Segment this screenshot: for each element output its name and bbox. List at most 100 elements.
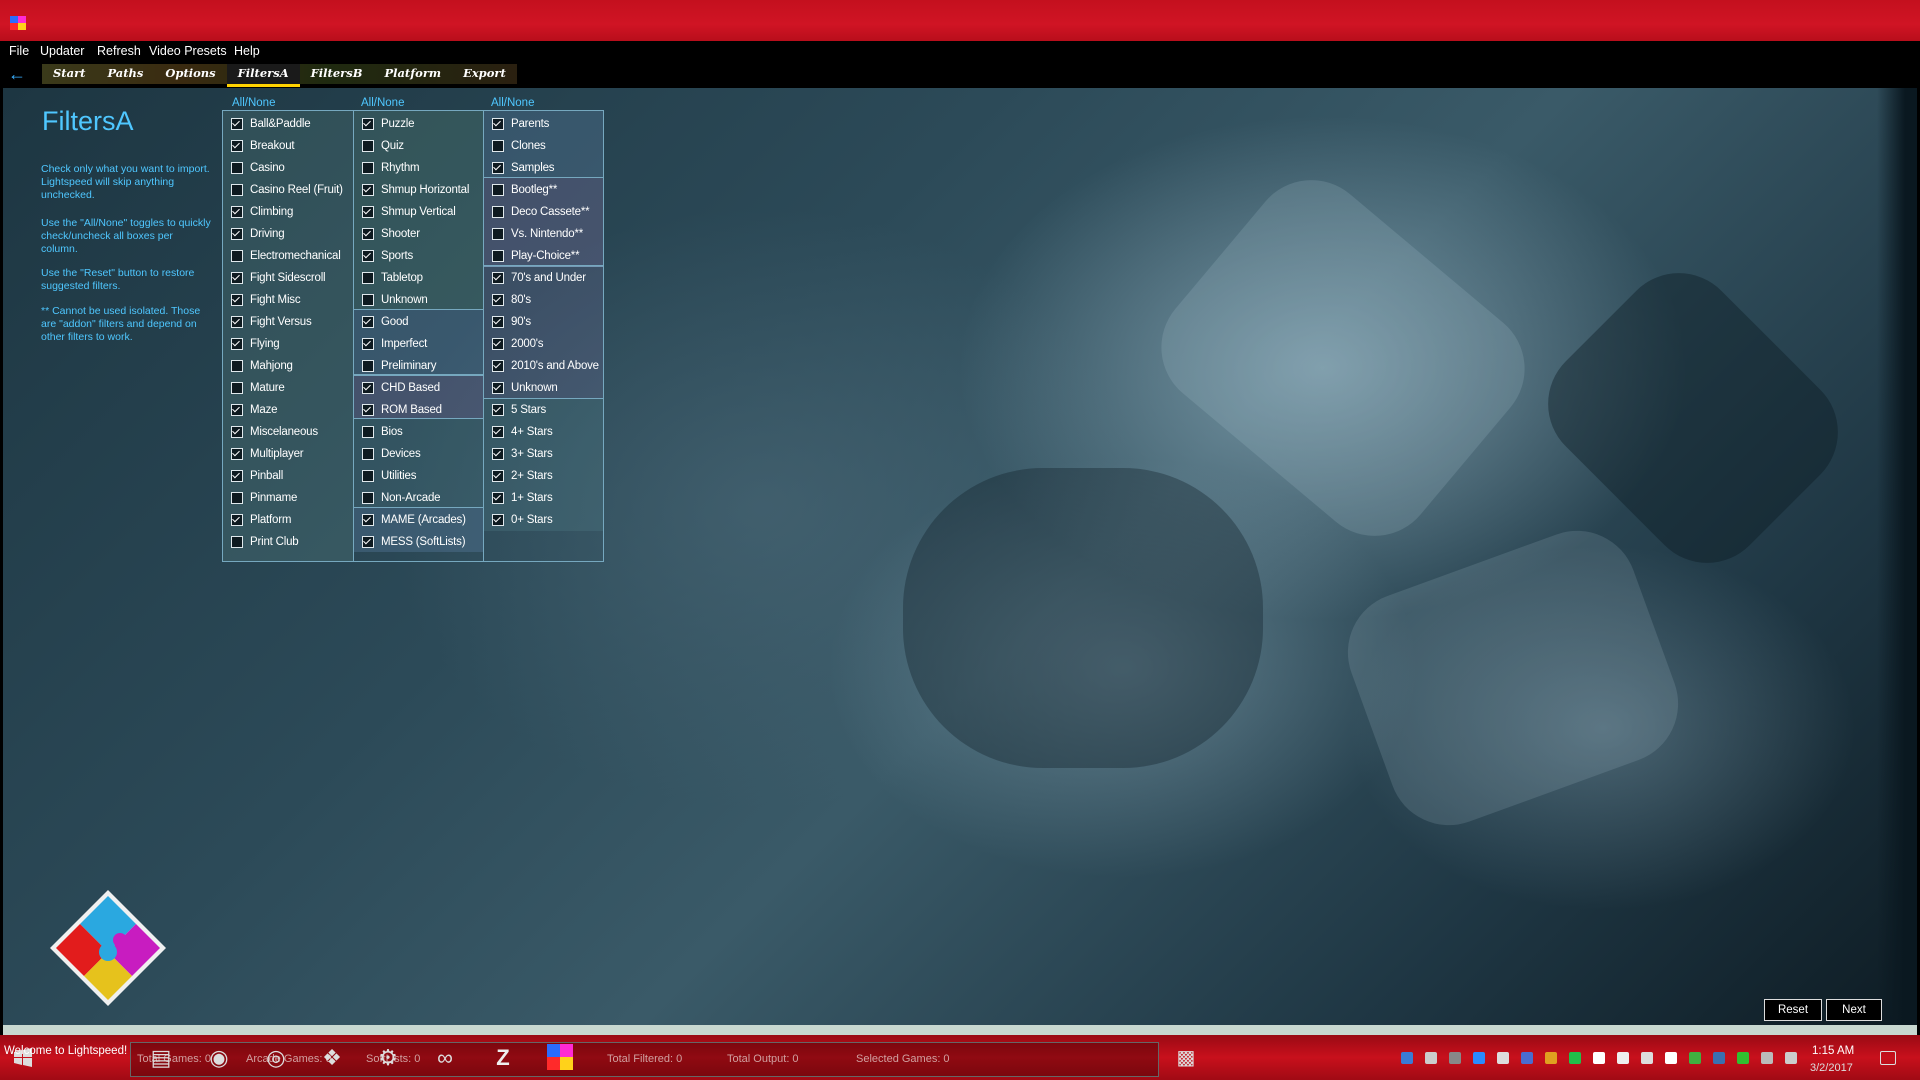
filter-row[interactable]: Shmup Horizontal: [354, 179, 483, 201]
filter-row[interactable]: Maze: [223, 399, 353, 421]
reset-button[interactable]: Reset: [1764, 999, 1822, 1021]
filter-checkbox[interactable]: [231, 316, 243, 328]
allnone-toggle-col3[interactable]: All/None: [491, 97, 534, 109]
filter-checkbox[interactable]: [231, 360, 243, 372]
tray-icon[interactable]: [1449, 1052, 1461, 1064]
filter-checkbox[interactable]: [492, 206, 504, 218]
filter-row[interactable]: Pinball: [223, 465, 353, 487]
filter-checkbox[interactable]: [492, 316, 504, 328]
filter-checkbox[interactable]: [492, 250, 504, 262]
filter-checkbox[interactable]: [231, 162, 243, 174]
filter-checkbox[interactable]: [231, 272, 243, 284]
network-icon[interactable]: [1761, 1052, 1773, 1064]
filter-checkbox[interactable]: [362, 536, 374, 548]
app-icon[interactable]: [10, 16, 26, 30]
tray-icon[interactable]: [1617, 1052, 1629, 1064]
filter-checkbox[interactable]: [231, 140, 243, 152]
filter-row[interactable]: Driving: [223, 223, 353, 245]
filter-checkbox[interactable]: [231, 448, 243, 460]
filter-checkbox[interactable]: [492, 382, 504, 394]
tray-icon[interactable]: [1425, 1052, 1437, 1064]
filter-checkbox[interactable]: [362, 404, 374, 416]
filter-row[interactable]: Electromechanical: [223, 245, 353, 267]
filter-row[interactable]: Climbing: [223, 201, 353, 223]
allnone-toggle-col1[interactable]: All/None: [232, 97, 275, 109]
filter-row[interactable]: Mature: [223, 377, 353, 399]
filter-row[interactable]: Bootleg**: [484, 179, 603, 201]
filter-row[interactable]: Shooter: [354, 223, 483, 245]
filter-row[interactable]: Quiz: [354, 135, 483, 157]
filter-checkbox[interactable]: [492, 294, 504, 306]
filter-checkbox[interactable]: [492, 470, 504, 482]
menu-updater[interactable]: Updater: [40, 44, 84, 58]
filter-checkbox[interactable]: [362, 426, 374, 438]
filezilla-icon[interactable]: Z: [489, 1044, 517, 1072]
filter-row[interactable]: Pinmame: [223, 487, 353, 509]
filter-row[interactable]: Unknown: [484, 377, 603, 399]
filter-row[interactable]: Multiplayer: [223, 443, 353, 465]
filter-checkbox[interactable]: [492, 360, 504, 372]
filter-row[interactable]: 2000's: [484, 333, 603, 355]
clock-date[interactable]: 3/2/2017: [1810, 1062, 1853, 1074]
filter-row[interactable]: Non-Arcade: [354, 487, 483, 509]
filter-row[interactable]: 0+ Stars: [484, 509, 603, 531]
filter-row[interactable]: Preliminary: [354, 355, 483, 377]
tab-filtersb[interactable]: FiltersB: [300, 64, 374, 84]
back-arrow-icon[interactable]: ←: [8, 64, 26, 85]
filter-checkbox[interactable]: [492, 184, 504, 196]
filter-checkbox[interactable]: [362, 514, 374, 526]
filter-checkbox[interactable]: [362, 492, 374, 504]
shield-icon[interactable]: [1641, 1052, 1653, 1064]
tray-icon[interactable]: [1689, 1052, 1701, 1064]
filter-checkbox[interactable]: [492, 492, 504, 504]
filter-row[interactable]: Mahjong: [223, 355, 353, 377]
filter-checkbox[interactable]: [231, 250, 243, 262]
dropbox-icon[interactable]: [1593, 1052, 1605, 1064]
filter-checkbox[interactable]: [492, 514, 504, 526]
tray-icon[interactable]: [1497, 1052, 1509, 1064]
filter-checkbox[interactable]: [362, 316, 374, 328]
filter-checkbox[interactable]: [362, 294, 374, 306]
filter-row[interactable]: CHD Based: [354, 377, 483, 399]
filter-checkbox[interactable]: [362, 162, 374, 174]
tray-icon[interactable]: [1737, 1052, 1749, 1064]
filter-checkbox[interactable]: [492, 162, 504, 174]
filter-row[interactable]: Print Club: [223, 531, 353, 553]
menu-video-presets[interactable]: Video Presets: [149, 44, 227, 58]
filter-checkbox[interactable]: [231, 492, 243, 504]
filter-checkbox[interactable]: [231, 338, 243, 350]
tab-paths[interactable]: Paths: [96, 64, 154, 84]
filter-row[interactable]: MAME (Arcades): [354, 509, 483, 531]
filter-row[interactable]: Imperfect: [354, 333, 483, 355]
filter-row[interactable]: Miscelaneous: [223, 421, 353, 443]
filter-checkbox[interactable]: [492, 140, 504, 152]
filter-row[interactable]: Unknown: [354, 289, 483, 311]
filter-checkbox[interactable]: [362, 470, 374, 482]
filter-row[interactable]: 80's: [484, 289, 603, 311]
filter-checkbox[interactable]: [231, 470, 243, 482]
menu-file[interactable]: File: [9, 44, 29, 58]
tray-icon[interactable]: [1521, 1052, 1533, 1064]
allnone-toggle-col2[interactable]: All/None: [361, 97, 404, 109]
filter-checkbox[interactable]: [362, 272, 374, 284]
volume-icon[interactable]: [1785, 1052, 1797, 1064]
filter-row[interactable]: Shmup Vertical: [354, 201, 483, 223]
filter-checkbox[interactable]: [362, 118, 374, 130]
filter-checkbox[interactable]: [231, 536, 243, 548]
filter-checkbox[interactable]: [362, 206, 374, 218]
filter-checkbox[interactable]: [231, 514, 243, 526]
filter-row[interactable]: Parents: [484, 113, 603, 135]
recycle-bin-icon[interactable]: ▩: [1172, 1044, 1200, 1072]
menu-help[interactable]: Help: [234, 44, 260, 58]
filter-row[interactable]: Clones: [484, 135, 603, 157]
filter-checkbox[interactable]: [362, 382, 374, 394]
filter-row[interactable]: Puzzle: [354, 113, 483, 135]
filter-row[interactable]: Tabletop: [354, 267, 483, 289]
filter-row[interactable]: Breakout: [223, 135, 353, 157]
filter-checkbox[interactable]: [492, 118, 504, 130]
filter-row[interactable]: Bios: [354, 421, 483, 443]
filter-checkbox[interactable]: [492, 272, 504, 284]
filter-row[interactable]: Ball&Paddle: [223, 113, 353, 135]
tray-icon[interactable]: [1545, 1052, 1557, 1064]
filter-row[interactable]: 1+ Stars: [484, 487, 603, 509]
